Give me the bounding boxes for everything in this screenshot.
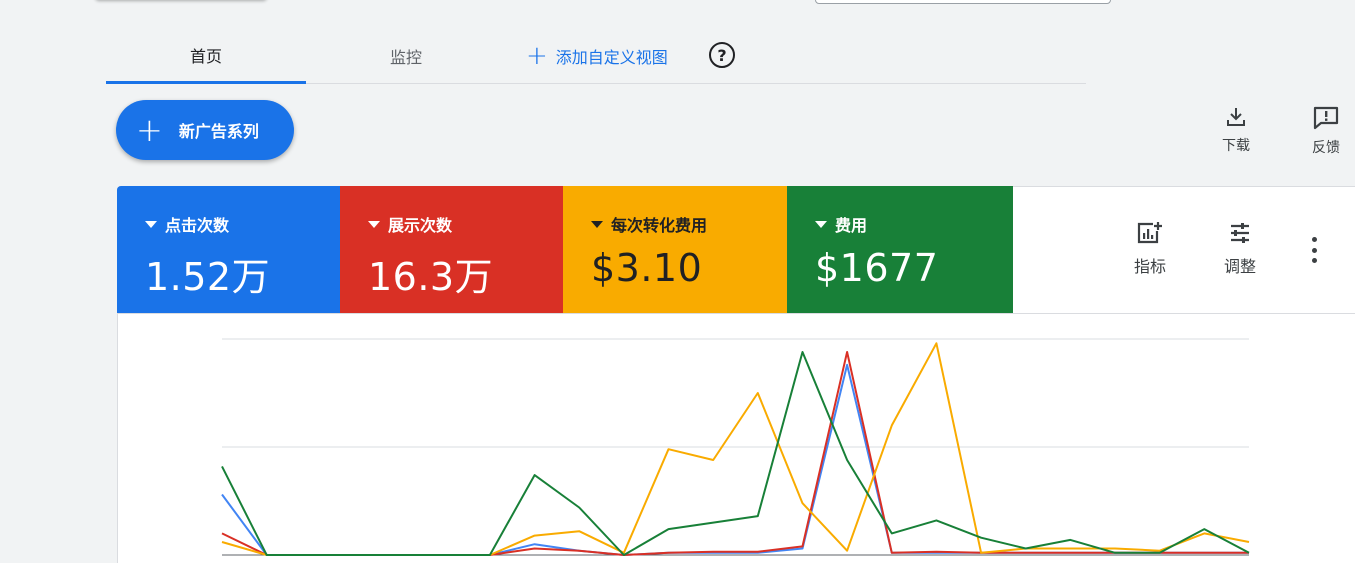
metric-clicks[interactable]: 点击次数 1.52万 <box>117 186 340 313</box>
series-line-3 <box>221 351 1250 556</box>
feedback-button[interactable]: 反馈 <box>1296 105 1355 157</box>
adjust-button[interactable]: 调整 <box>1210 221 1270 277</box>
metric-cost-per-conversion[interactable]: 每次转化费用 $3.10 <box>563 186 787 313</box>
caret-down-icon <box>368 220 380 228</box>
adjust-label: 调整 <box>1223 257 1256 276</box>
series-line-2 <box>221 342 1250 556</box>
metric-clicks-label: 点击次数 <box>165 216 230 235</box>
more-vert-icon[interactable] <box>1304 237 1324 263</box>
metric-cpa-label: 每次转化费用 <box>611 216 708 235</box>
tune-icon <box>1231 223 1249 243</box>
download-icon <box>1227 108 1245 126</box>
caret-down-icon <box>815 220 827 228</box>
caret-down-icon <box>145 220 157 228</box>
metrics-label: 指标 <box>1133 257 1166 276</box>
tab-home[interactable]: 首页 <box>106 28 306 84</box>
metric-cost-value: $1677 <box>815 246 939 290</box>
metric-impressions-value: 16.3万 <box>368 255 494 299</box>
series-line-0 <box>221 363 1249 556</box>
plus-icon: + <box>526 40 548 71</box>
new-campaign-button[interactable]: + 新广告系列 <box>116 100 294 160</box>
plus-icon: + <box>136 111 163 149</box>
series-line-1 <box>221 351 1249 556</box>
feedback-icon <box>1313 106 1339 130</box>
metric-clicks-value: 1.52万 <box>145 255 271 299</box>
metric-impressions-label: 展示次数 <box>388 216 453 235</box>
download-button[interactable]: 下载 <box>1206 105 1266 155</box>
metric-cpa-value: $3.10 <box>591 246 703 290</box>
view-tabs: 首页 监控 + 添加自定义视图 ? <box>106 28 1086 84</box>
metric-cost-label: 费用 <box>835 216 868 235</box>
download-label: 下载 <box>1222 138 1250 154</box>
search-input[interactable] <box>815 0 1111 4</box>
help-circle-icon[interactable]: ? <box>709 42 735 68</box>
metric-cost[interactable]: 费用 $1677 <box>787 186 1013 313</box>
performance-card: 点击次数 1.52万 展示次数 16.3万 每次转化费用 $3.10 费用 $1… <box>117 186 1355 563</box>
metric-impressions[interactable]: 展示次数 16.3万 <box>340 186 563 313</box>
add-chart-icon <box>1137 222 1162 244</box>
add-custom-view-label: 添加自定义视图 <box>555 47 668 67</box>
performance-line-chart <box>221 338 1250 556</box>
caret-down-icon <box>591 220 603 228</box>
metrics-button[interactable]: 指标 <box>1120 221 1180 277</box>
tab-monitor[interactable]: 监控 <box>306 28 506 83</box>
feedback-label: 反馈 <box>1312 140 1340 156</box>
new-campaign-label: 新广告系列 <box>178 122 259 141</box>
add-custom-view-button[interactable]: + 添加自定义视图 <box>526 28 686 83</box>
